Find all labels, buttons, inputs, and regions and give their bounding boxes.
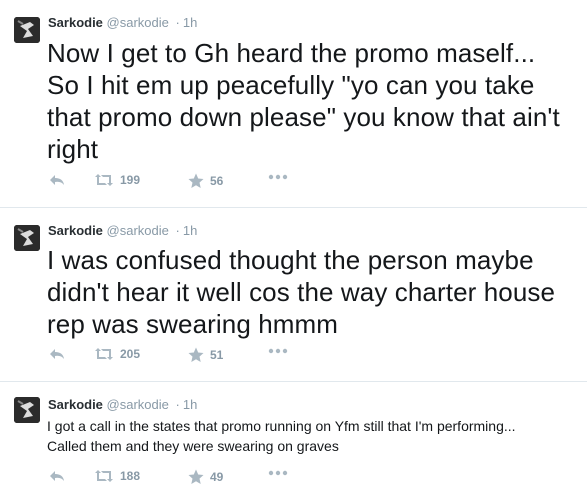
username[interactable]: @sarkodie bbox=[107, 223, 169, 238]
favorite-button[interactable]: 51 bbox=[188, 347, 223, 363]
tweet-header: Sarkodie @sarkodie · 1h bbox=[48, 15, 197, 31]
retweet-count: 205 bbox=[120, 347, 141, 361]
tweet-header: Sarkodie @sarkodie · 1h bbox=[48, 397, 197, 413]
favorite-count: 49 bbox=[210, 470, 224, 484]
username[interactable]: @sarkodie bbox=[107, 15, 169, 30]
retweet-count: 199 bbox=[120, 173, 141, 187]
avatar[interactable] bbox=[14, 225, 40, 251]
retweet-count: 188 bbox=[120, 469, 141, 483]
star-icon bbox=[188, 469, 204, 484]
separator: · bbox=[175, 15, 180, 30]
tweet-text: I was confused thought the person maybe … bbox=[47, 245, 556, 339]
username[interactable]: @sarkodie bbox=[107, 397, 169, 412]
avatar-image bbox=[14, 397, 40, 423]
more-button[interactable] bbox=[268, 469, 288, 477]
tweet-text: I got a call in the states that promo ru… bbox=[47, 418, 516, 454]
more-icon bbox=[268, 348, 288, 354]
avatar-image bbox=[14, 225, 40, 251]
timestamp[interactable]: 1h bbox=[183, 15, 197, 30]
tweet-text: Now I get to Gh heard the promo maself..… bbox=[47, 38, 560, 164]
retweet-button[interactable]: 205 bbox=[94, 347, 140, 361]
star-icon bbox=[188, 173, 204, 188]
tweet[interactable]: Sarkodie @sarkodie · 1h I got a call in t… bbox=[0, 382, 587, 503]
favorite-button[interactable]: 49 bbox=[188, 469, 223, 485]
more-icon bbox=[268, 470, 288, 476]
avatar[interactable] bbox=[14, 397, 40, 423]
favorite-count: 56 bbox=[210, 174, 224, 188]
tweet[interactable]: Sarkodie @sarkodie · 1h I was confused th… bbox=[0, 208, 587, 382]
retweet-icon bbox=[95, 348, 113, 360]
reply-icon bbox=[50, 175, 64, 185]
timestamp[interactable]: 1h bbox=[183, 223, 197, 238]
more-button[interactable] bbox=[268, 347, 288, 355]
more-button[interactable] bbox=[268, 173, 288, 181]
timestamp[interactable]: 1h bbox=[183, 397, 197, 412]
separator: · bbox=[175, 223, 180, 238]
reply-icon bbox=[50, 349, 64, 359]
reply-icon bbox=[50, 471, 64, 481]
avatar[interactable] bbox=[14, 17, 40, 43]
display-name[interactable]: Sarkodie bbox=[48, 223, 103, 238]
retweet-icon bbox=[95, 174, 113, 186]
retweet-button[interactable]: 199 bbox=[94, 173, 140, 187]
reply-button[interactable] bbox=[48, 347, 66, 361]
reply-button[interactable] bbox=[48, 469, 66, 483]
tweet[interactable]: Sarkodie @sarkodie · 1h Now I get to Gh h… bbox=[0, 0, 587, 208]
favorite-count: 51 bbox=[210, 348, 224, 362]
display-name[interactable]: Sarkodie bbox=[48, 15, 103, 30]
retweet-button[interactable]: 188 bbox=[94, 469, 140, 483]
separator: · bbox=[175, 397, 180, 412]
star-icon bbox=[188, 347, 204, 362]
display-name[interactable]: Sarkodie bbox=[48, 397, 103, 412]
retweet-icon bbox=[95, 470, 113, 482]
reply-button[interactable] bbox=[48, 173, 66, 187]
favorite-button[interactable]: 56 bbox=[188, 173, 223, 189]
more-icon bbox=[268, 174, 288, 180]
tweet-header: Sarkodie @sarkodie · 1h bbox=[48, 223, 197, 239]
avatar-image bbox=[14, 17, 40, 43]
